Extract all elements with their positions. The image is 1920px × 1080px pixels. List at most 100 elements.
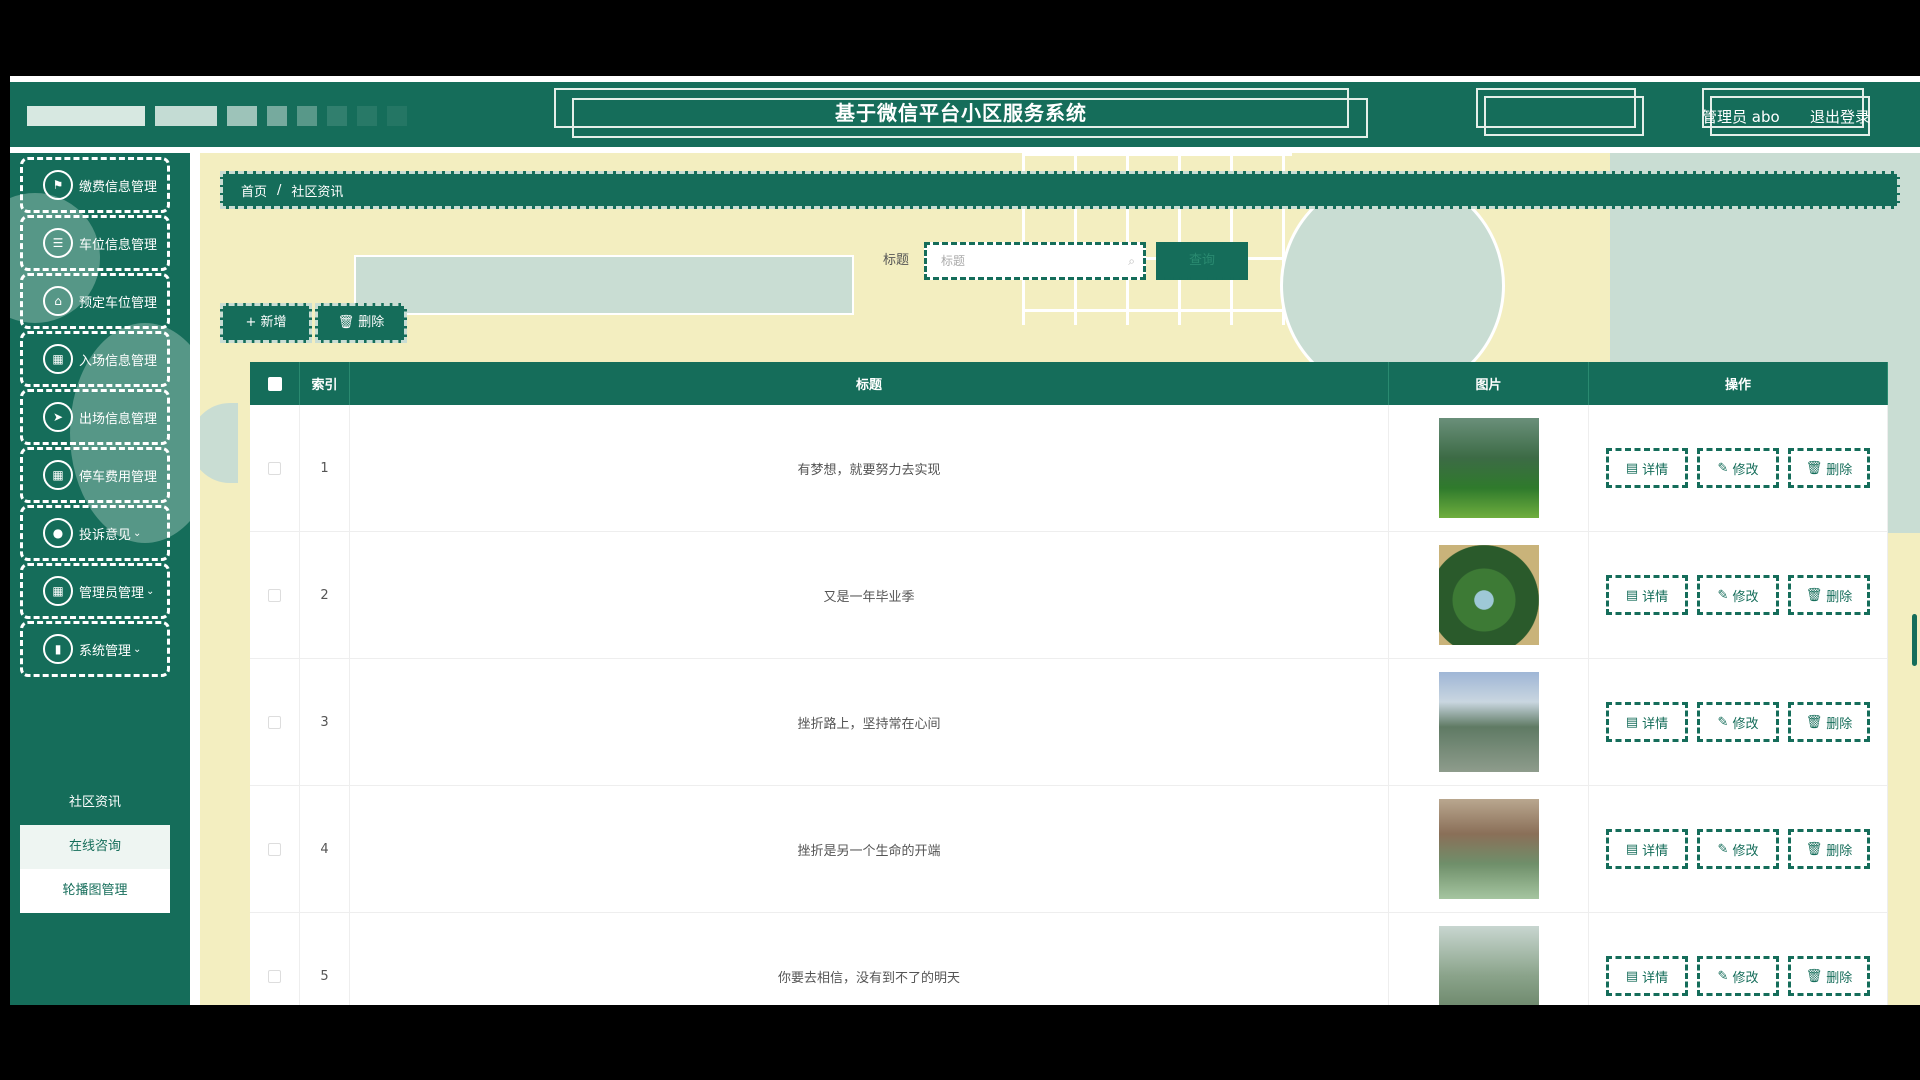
- sidebar-item-2[interactable]: ⌂ 预定车位管理: [20, 273, 170, 329]
- edit-button[interactable]: ✎ 修改: [1697, 575, 1779, 615]
- data-table: 索引 标题 图片 操作 1 有梦想，就要努力去实现 ▤ 详情 ✎ 修改 🗑 删除 2 又是一年毕业…: [250, 362, 1888, 1005]
- sidebar-item-7[interactable]: ▦ 管理员管理 ⌄: [20, 563, 170, 619]
- row-title: 又是一年毕业季: [350, 532, 1389, 658]
- home-icon: ⌂: [43, 286, 73, 316]
- garden-photo: [1438, 418, 1539, 518]
- breadcrumb-home[interactable]: 首页: [241, 181, 267, 200]
- building-photo: [1438, 799, 1539, 899]
- document-icon: ▤: [1625, 460, 1639, 476]
- row-title: 有梦想，就要努力去实现: [350, 405, 1389, 531]
- row-index: 2: [300, 532, 350, 658]
- sidebar-item-6[interactable]: ● 投诉意见 ⌄: [20, 505, 170, 561]
- search-label: 标题: [883, 253, 910, 268]
- document-icon: ▤: [1625, 714, 1639, 730]
- sidebar-item-4[interactable]: ➤ 出场信息管理: [20, 389, 170, 445]
- title-frame: 基于微信平台小区服务系统: [554, 88, 1368, 138]
- edit-button[interactable]: ✎ 修改: [1697, 448, 1779, 488]
- row-checkbox[interactable]: [268, 461, 281, 475]
- search-button[interactable]: 查询: [1156, 242, 1248, 280]
- detail-button[interactable]: ▤ 详情: [1606, 575, 1688, 615]
- add-button[interactable]: + 新增: [220, 303, 312, 343]
- document-icon: ▤: [1625, 841, 1639, 857]
- breadcrumb: 首页 / 社区资讯: [220, 171, 1900, 209]
- edit-button[interactable]: ✎ 修改: [1697, 956, 1779, 996]
- sidebar-item-label: 出场信息管理: [79, 411, 158, 427]
- send-icon: ➤: [43, 402, 73, 432]
- col-header-actions: 操作: [1589, 362, 1888, 405]
- apps-icon: ▦: [43, 460, 73, 490]
- edit-icon: ✎: [1717, 587, 1729, 603]
- row-index: 1: [300, 405, 350, 531]
- chevron-down-icon: ⌄: [133, 643, 142, 655]
- sidebar-item-label: 预定车位管理: [79, 295, 158, 311]
- sidebar-item-0[interactable]: ⚑ 缴费信息管理: [20, 157, 170, 213]
- row-checkbox[interactable]: [268, 715, 281, 729]
- sidebar-item-label: 车位信息管理: [79, 237, 158, 253]
- sidebar-item-1[interactable]: ☰ 车位信息管理: [20, 215, 170, 271]
- apps-icon: ▦: [43, 576, 73, 606]
- select-all-checkbox[interactable]: [267, 376, 282, 391]
- row-checkbox[interactable]: [268, 842, 281, 856]
- breadcrumb-current: 社区资讯: [291, 184, 344, 200]
- document-icon: ▤: [1625, 587, 1639, 603]
- table-row: 3 挫折路上，坚持常在心间 ▤ 详情 ✎ 修改 🗑 删除: [250, 659, 1888, 786]
- logout-button[interactable]: 退出登录: [1810, 106, 1870, 127]
- delete-button[interactable]: 🗑 删除: [1788, 448, 1870, 488]
- park-photo: [1438, 545, 1539, 645]
- chevron-down-icon: ⌄: [133, 527, 142, 539]
- submenu-item-community-news[interactable]: 社区资讯: [20, 781, 170, 825]
- chevron-down-icon: ⌄: [146, 585, 155, 597]
- sidebar-item-label: 管理员管理: [79, 585, 145, 601]
- sidebar-item-5[interactable]: ▦ 停车费用管理: [20, 447, 170, 503]
- row-title: 挫折路上，坚持常在心间: [350, 659, 1389, 785]
- delete-button[interactable]: 🗑 删除: [1788, 956, 1870, 996]
- detail-button[interactable]: ▤ 详情: [1606, 829, 1688, 869]
- table-row: 2 又是一年毕业季 ▤ 详情 ✎ 修改 🗑 删除: [250, 532, 1888, 659]
- sidebar: ⚑ 缴费信息管理 ☰ 车位信息管理 ⌂ 预定车位管理 ▦ 入场信息管理 ➤ 出场信息管理 ▦ 停车费用…: [10, 153, 190, 1005]
- submenu-item-carousel[interactable]: 轮播图管理: [20, 869, 170, 913]
- row-index: 3: [300, 659, 350, 785]
- row-checkbox[interactable]: [268, 588, 281, 602]
- bulk-delete-button[interactable]: 🗑 删除: [315, 303, 407, 343]
- top-header: 基于微信平台小区服务系统 管理员 abo 退出登录: [10, 82, 1920, 147]
- submenu-item-online-consult[interactable]: 在线咨询: [20, 825, 170, 869]
- header-logo-blocks: [27, 106, 407, 126]
- search-icon: ⌕: [1128, 254, 1135, 268]
- chart-icon: ▮: [43, 634, 73, 664]
- edit-button[interactable]: ✎ 修改: [1697, 829, 1779, 869]
- sidebar-item-3[interactable]: ▦ 入场信息管理: [20, 331, 170, 387]
- detail-button[interactable]: ▤ 详情: [1606, 448, 1688, 488]
- walkway-photo: [1438, 672, 1539, 772]
- main-content: 首页 / 社区资讯 标题 标题 ⌕ 查询 + 新增 🗑 删除 索引 标题 图片 …: [200, 153, 1920, 1005]
- edit-button[interactable]: ✎ 修改: [1697, 702, 1779, 742]
- row-index: 5: [300, 913, 350, 1005]
- flag-icon: ⚑: [43, 170, 73, 200]
- trash-icon: 🗑: [1805, 460, 1823, 476]
- delete-button[interactable]: 🗑 删除: [1788, 702, 1870, 742]
- table-row: 5 你要去相信，没有到不了的明天 ▤ 详情 ✎ 修改 🗑 删除: [250, 913, 1888, 1005]
- col-header-title: 标题: [350, 362, 1389, 405]
- col-header-index: 索引: [300, 362, 350, 405]
- trash-icon: 🗑: [1805, 714, 1823, 730]
- app-window: 基于微信平台小区服务系统 管理员 abo 退出登录 ⚑ 缴费信息管理 ☰ 车位信息管理…: [10, 76, 1920, 1005]
- scrollbar[interactable]: [1912, 614, 1917, 666]
- delete-button[interactable]: 🗑 删除: [1788, 829, 1870, 869]
- edit-icon: ✎: [1717, 714, 1729, 730]
- row-title: 挫折是另一个生命的开端: [350, 786, 1389, 912]
- sidebar-item-label: 投诉意见: [79, 527, 132, 543]
- sidebar-item-label: 系统管理: [79, 643, 132, 659]
- sidebar-item-8[interactable]: ▮ 系统管理 ⌄: [20, 621, 170, 677]
- people-photo: [1438, 926, 1539, 1005]
- sidebar-item-label: 入场信息管理: [79, 353, 158, 369]
- detail-button[interactable]: ▤ 详情: [1606, 956, 1688, 996]
- breadcrumb-separator: /: [277, 182, 282, 198]
- table-row: 1 有梦想，就要努力去实现 ▤ 详情 ✎ 修改 🗑 删除: [250, 405, 1888, 532]
- trash-icon: 🗑: [1805, 587, 1823, 603]
- sidebar-item-label: 缴费信息管理: [79, 179, 158, 195]
- detail-button[interactable]: ▤ 详情: [1606, 702, 1688, 742]
- search-input[interactable]: 标题 ⌕: [924, 242, 1146, 280]
- trash-icon: 🗑: [1805, 841, 1823, 857]
- delete-button[interactable]: 🗑 删除: [1788, 575, 1870, 615]
- table-header: 索引 标题 图片 操作: [250, 362, 1888, 405]
- row-checkbox[interactable]: [268, 969, 281, 983]
